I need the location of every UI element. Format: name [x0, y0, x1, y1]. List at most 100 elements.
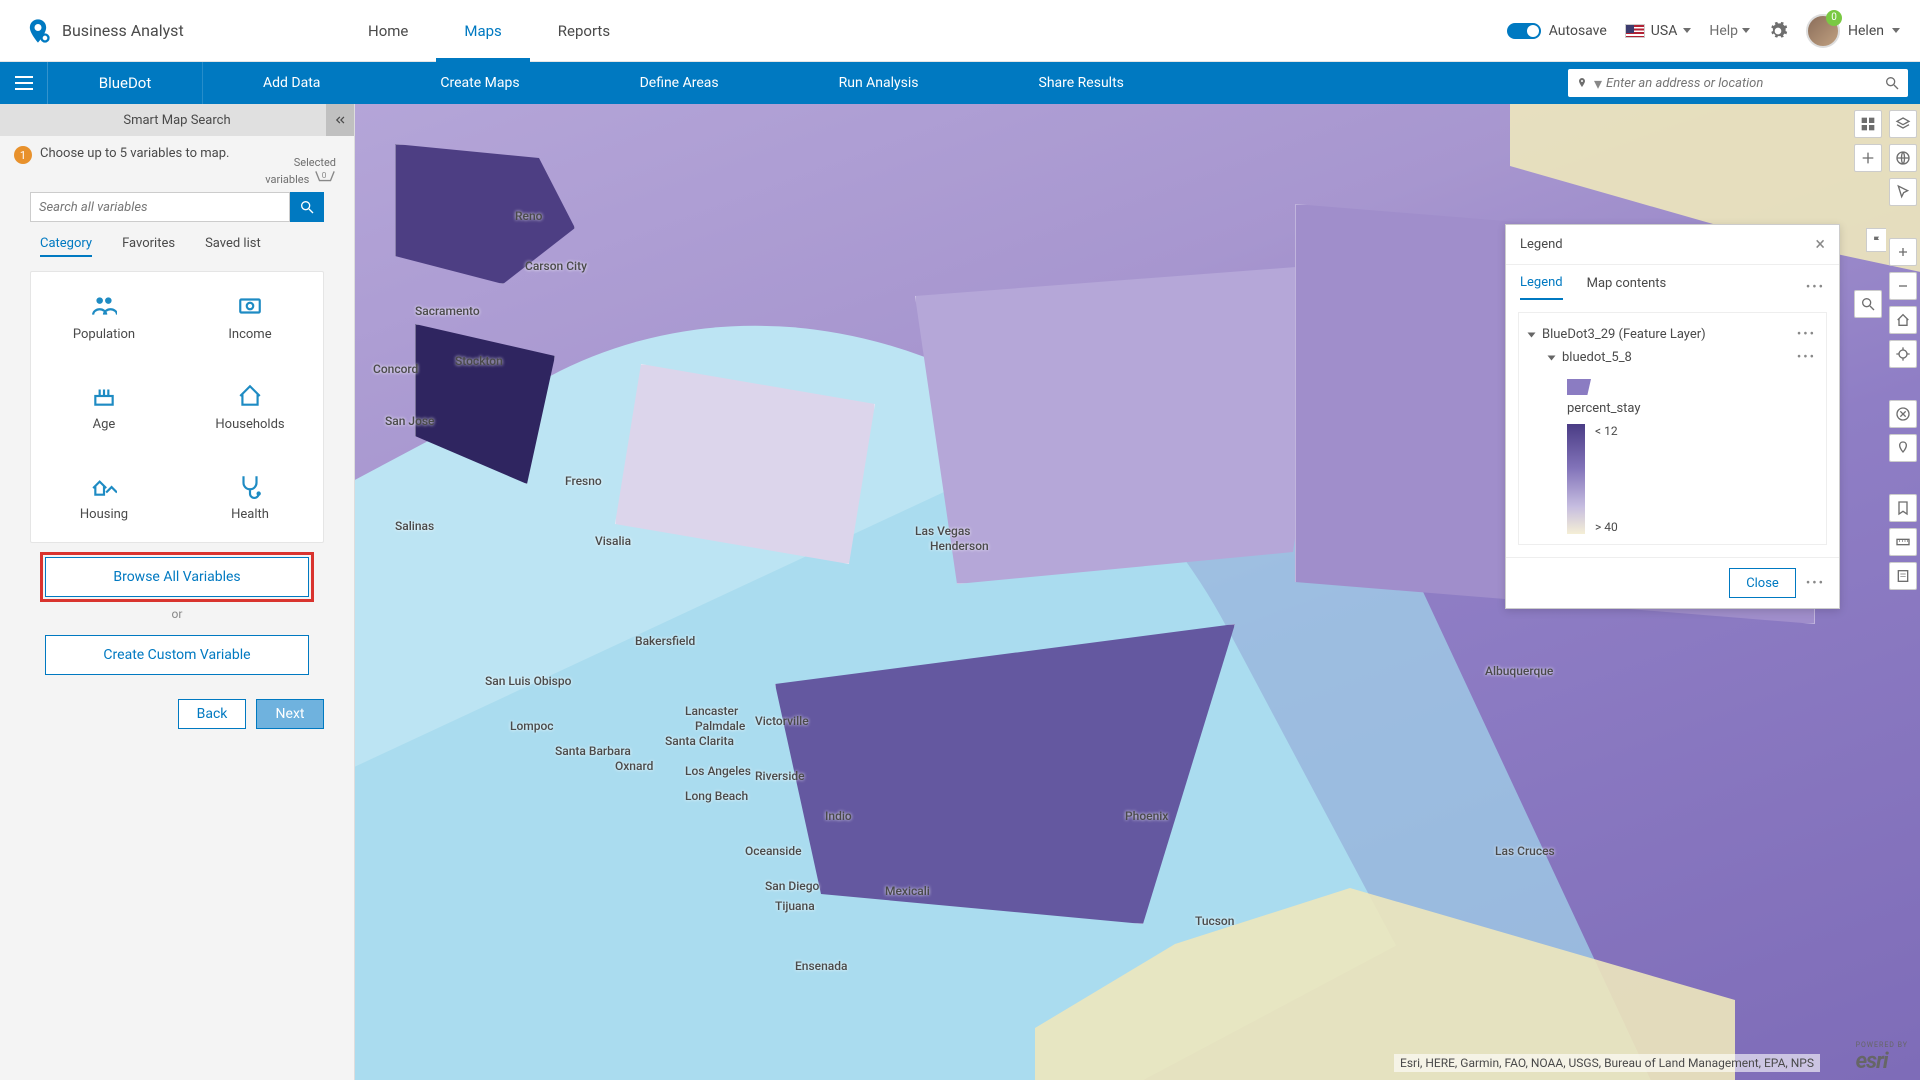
category-housing[interactable]: Housing [31, 452, 177, 542]
grid-icon [1860, 116, 1876, 132]
legend-close-footer-button[interactable]: Close [1729, 568, 1796, 598]
map-tool-locate[interactable] [1889, 340, 1917, 368]
map-tool-zoom-out[interactable] [1889, 272, 1917, 300]
city-label: San Luis Obispo [485, 674, 571, 688]
pin-icon [1895, 440, 1911, 456]
workflow-tab-run-analysis[interactable]: Run Analysis [779, 62, 979, 104]
hint-badge: 1 [14, 146, 32, 164]
map-tool-home[interactable] [1889, 306, 1917, 334]
legend-footer-more[interactable]: ••• [1806, 576, 1825, 591]
city-label: Stockton [455, 354, 503, 368]
filter-tab-favorites[interactable]: Favorites [122, 236, 175, 257]
category-label: Income [228, 327, 271, 342]
category-households[interactable]: Households [177, 362, 323, 452]
category-grid: Population Income Age Households Housing… [30, 271, 324, 543]
selected-variables-counter[interactable]: Selected variables 0 [265, 156, 336, 186]
svg-text:0: 0 [322, 171, 327, 181]
collapse-sidebar-button[interactable] [326, 104, 354, 136]
ramp-labels: < 12 > 40 [1595, 424, 1618, 534]
workflow-tab-create-maps[interactable]: Create Maps [380, 62, 579, 104]
category-label: Population [73, 327, 135, 342]
income-icon [237, 293, 263, 319]
map-tool-zoom-in[interactable] [1889, 238, 1917, 266]
help-menu[interactable]: Help [1709, 23, 1750, 39]
legend-swatch [1567, 379, 1591, 395]
back-button[interactable]: Back [178, 699, 246, 729]
map-tool-column-right [1886, 104, 1920, 1080]
legend-close-button[interactable]: × [1815, 234, 1825, 255]
address-search[interactable]: ▾ [1568, 69, 1908, 97]
map-canvas[interactable]: SacramentoStocktonSan JoseFresnoVisaliaB… [355, 104, 1920, 1080]
city-label: Albuquerque [1485, 664, 1553, 678]
workflow-tab-add-data[interactable]: Add Data [203, 62, 380, 104]
expand-icon [1548, 355, 1556, 360]
map-tool-column-left [1854, 110, 1882, 172]
sidebar: Smart Map Search 1 Choose up to 5 variab… [0, 104, 355, 1080]
legend-tabs-more[interactable]: ••• [1806, 280, 1825, 295]
expand-icon [1528, 332, 1536, 337]
category-income[interactable]: Income [177, 272, 323, 362]
blue-nav-bar: BlueDot Add Data Create Maps Define Area… [0, 62, 1920, 104]
map-tool-basemap[interactable] [1889, 144, 1917, 172]
app-logo-icon [24, 17, 52, 45]
category-population[interactable]: Population [31, 272, 177, 362]
filter-tab-saved[interactable]: Saved list [205, 236, 261, 257]
create-custom-variable-button[interactable]: Create Custom Variable [45, 635, 309, 675]
settings-button[interactable] [1768, 21, 1788, 41]
legend-layer-row[interactable]: BlueDot3_29 (Feature Layer) ••• [1529, 323, 1816, 346]
locale-selector[interactable]: USA [1625, 23, 1692, 39]
category-health[interactable]: Health [177, 452, 323, 542]
map-tool-note[interactable] [1889, 562, 1917, 590]
map-tool-search[interactable] [1854, 290, 1882, 318]
toggle-on-icon [1507, 23, 1541, 39]
address-search-input[interactable] [1606, 76, 1884, 91]
map-tool-grid[interactable] [1854, 110, 1882, 138]
city-label: Salinas [395, 519, 434, 533]
map-side-tab[interactable] [1866, 228, 1886, 252]
top-tab-reports[interactable]: Reports [530, 0, 638, 62]
county-polygon [915, 264, 1335, 584]
category-label: Age [93, 417, 116, 432]
workflow-tab-share-results[interactable]: Share Results [979, 62, 1184, 104]
city-label: Oxnard [615, 759, 653, 773]
legend-tab-contents[interactable]: Map contents [1587, 276, 1667, 299]
top-tabs: Home Maps Reports [340, 0, 638, 62]
hamburger-button[interactable] [0, 62, 48, 104]
basket-icon: 0 [314, 169, 336, 186]
map-tool-bookmark[interactable] [1889, 494, 1917, 522]
filter-tabs: Category Favorites Saved list [0, 230, 354, 267]
legend-sublayer-name: bluedot_5_8 [1562, 350, 1632, 365]
search-icon [1884, 75, 1900, 91]
layer-more-button[interactable]: ••• [1797, 350, 1816, 365]
legend-tab-legend[interactable]: Legend [1520, 275, 1563, 300]
app-logo-block: Business Analyst [0, 17, 240, 45]
autosave-toggle[interactable]: Autosave [1507, 23, 1607, 39]
top-tab-home[interactable]: Home [340, 0, 436, 62]
category-age[interactable]: Age [31, 362, 177, 452]
workflow-tabs: Add Data Create Maps Define Areas Run An… [203, 62, 1568, 104]
city-label: Los Angeles [685, 764, 751, 778]
next-button[interactable]: Next [256, 699, 324, 729]
wizard-nav: Back Next [0, 675, 354, 753]
city-label: Ensenada [795, 959, 847, 973]
layer-more-button[interactable]: ••• [1797, 327, 1816, 342]
legend-sublayer-row[interactable]: bluedot_5_8 ••• [1529, 346, 1816, 369]
workflow-tab-define-areas[interactable]: Define Areas [580, 62, 779, 104]
project-name[interactable]: BlueDot [48, 62, 203, 104]
pointer-icon [1895, 184, 1911, 200]
legend-panel: Legend × Legend Map contents ••• BlueDot… [1505, 224, 1840, 609]
map-tool-pin[interactable] [1889, 434, 1917, 462]
legend-ramp: < 12 > 40 [1567, 424, 1816, 534]
variable-search-input[interactable] [30, 192, 290, 222]
map-tool-add[interactable] [1854, 144, 1882, 172]
plus-icon [1860, 150, 1876, 166]
filter-tab-category[interactable]: Category [40, 236, 92, 257]
map-tool-pointer[interactable] [1889, 178, 1917, 206]
top-tab-maps[interactable]: Maps [436, 0, 529, 62]
browse-all-variables-button[interactable]: Browse All Variables [45, 557, 309, 597]
map-tool-measure[interactable] [1889, 528, 1917, 556]
variable-search-button[interactable] [290, 192, 324, 222]
user-menu[interactable]: 0 Helen [1806, 14, 1900, 48]
map-tool-layers[interactable] [1889, 110, 1917, 138]
map-tool-clear[interactable] [1889, 400, 1917, 428]
